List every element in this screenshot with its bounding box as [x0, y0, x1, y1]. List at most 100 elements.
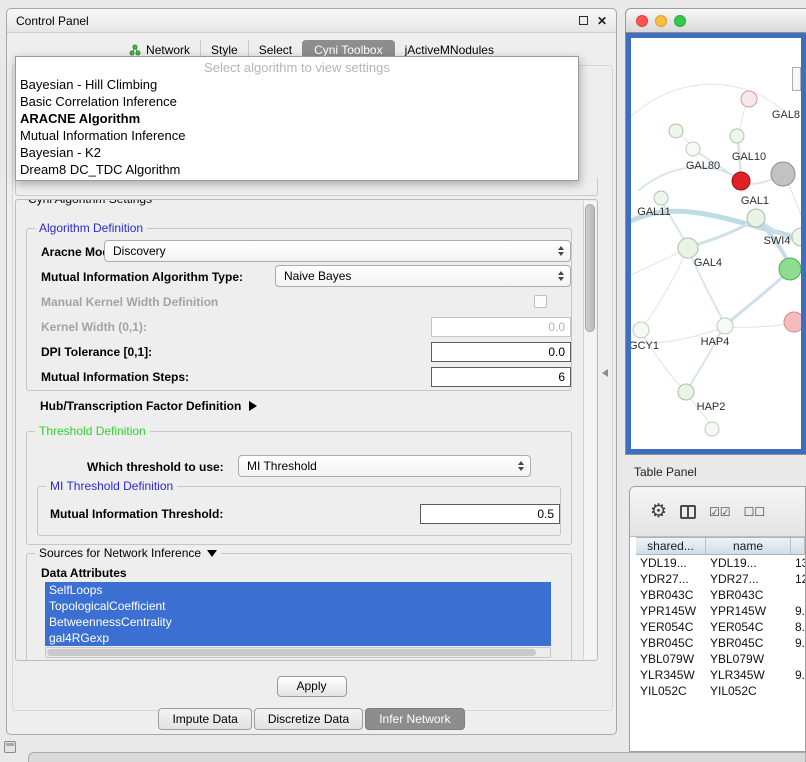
show-columns-icon[interactable] — [680, 505, 696, 519]
node-swi4[interactable] — [792, 228, 801, 246]
node[interactable] — [669, 124, 683, 138]
table-row[interactable]: YIL052C YIL052C — [636, 683, 805, 699]
tab-discretize-data[interactable]: Discretize Data — [254, 708, 363, 730]
tab-infer-network[interactable]: Infer Network — [365, 708, 464, 730]
cell[interactable]: YPR145W — [636, 603, 706, 619]
combo-arrows-icon — [518, 461, 524, 471]
dropdown-item[interactable]: Bayesian - Hill Climbing — [16, 76, 578, 93]
table-row[interactable]: YBL079W YBL079W — [636, 651, 805, 667]
cell[interactable]: YDL19... — [636, 555, 706, 571]
node-gray[interactable] — [771, 162, 795, 186]
cell[interactable]: YBR045C — [706, 635, 791, 651]
cell[interactable] — [791, 683, 805, 699]
node-gal11[interactable] — [654, 191, 668, 205]
cell[interactable]: YBL079W — [636, 651, 706, 667]
settings-vertical-scrollbar[interactable] — [583, 201, 596, 659]
tab-impute-data[interactable]: Impute Data — [158, 708, 251, 730]
cell[interactable]: YDL19... — [706, 555, 791, 571]
scrollbar-thumb[interactable] — [585, 204, 595, 332]
cell[interactable]: 13 — [791, 555, 805, 571]
dropdown-item[interactable]: Dream8 DC_TDC Algorithm — [16, 161, 578, 178]
table-row[interactable]: YDL19... YDL19... 13 — [636, 555, 805, 571]
attributes-horizontal-scrollbar[interactable] — [45, 647, 551, 658]
attribute-item[interactable]: BetweennessCentrality — [45, 614, 551, 630]
dropdown-item[interactable]: Bayesian - K2 — [16, 144, 578, 161]
cell[interactable]: YIL052C — [706, 683, 791, 699]
cell[interactable]: 8. — [791, 619, 805, 635]
table-row[interactable]: YPR145W YPR145W 9. — [636, 603, 805, 619]
node-table: shared... name YDL19... YDL19... 13 YDR2… — [636, 537, 805, 751]
node[interactable] — [741, 91, 757, 107]
cell[interactable]: 9. — [791, 667, 805, 683]
hub-transcription-factor-section[interactable]: Hub/Transcription Factor Definition — [40, 399, 257, 413]
cell[interactable]: YBR045C — [636, 635, 706, 651]
table-row[interactable]: YBR045C YBR045C 9. — [636, 635, 805, 651]
mi-algorithm-type-combobox[interactable]: Naive Bayes — [275, 265, 571, 287]
node-gal10-selected[interactable] — [732, 172, 750, 190]
table-row[interactable]: YDR27... YDR27... 12 — [636, 571, 805, 587]
cell[interactable]: 9. — [791, 603, 805, 619]
cell[interactable]: 9. — [791, 635, 805, 651]
node-label: HAP4 — [701, 336, 730, 348]
attribute-item[interactable]: TopologicalCoefficient — [45, 598, 551, 614]
node-pink[interactable] — [784, 312, 801, 332]
table-row[interactable]: YLR345W YLR345W 9. — [636, 667, 805, 683]
node-gal80[interactable] — [686, 142, 700, 156]
dropdown-item-selected[interactable]: ARACNE Algorithm — [16, 110, 578, 127]
cell[interactable]: YBL079W — [706, 651, 791, 667]
apply-button[interactable]: Apply — [277, 676, 347, 697]
network-vertical-scrollbar[interactable] — [792, 67, 801, 91]
attribute-item[interactable]: gal4RGexp — [45, 630, 551, 646]
which-threshold-label: Which threshold to use: — [87, 460, 224, 474]
aracne-mode-combobox[interactable]: Discovery — [104, 240, 571, 262]
select-all-columns-icon[interactable] — [709, 503, 731, 521]
cell[interactable] — [791, 587, 805, 603]
cell[interactable]: YLR345W — [636, 667, 706, 683]
node-gal1[interactable] — [747, 209, 765, 227]
cell[interactable]: YER054C — [706, 619, 791, 635]
dropdown-item[interactable]: Mutual Information Inference — [16, 127, 578, 144]
node[interactable] — [730, 129, 744, 143]
cell[interactable]: YDR27... — [706, 571, 791, 587]
node[interactable] — [705, 422, 719, 436]
column-header-partial[interactable] — [791, 538, 805, 554]
cell[interactable]: YBR043C — [706, 587, 791, 603]
gear-icon[interactable] — [650, 500, 667, 523]
node-gal4[interactable] — [678, 238, 698, 258]
cell[interactable]: YER054C — [636, 619, 706, 635]
network-canvas[interactable]: GAL8 GAL80 GAL10 GAL11 GAL1 SWI4 GAL4 GC… — [631, 38, 801, 449]
cell[interactable]: YPR145W — [706, 603, 791, 619]
attribute-item[interactable]: SelfLoops — [45, 582, 551, 598]
cell[interactable]: YBR043C — [636, 587, 706, 603]
collapse-panel-icon[interactable] — [4, 741, 16, 753]
close-window-icon[interactable] — [597, 15, 607, 27]
float-window-icon[interactable] — [579, 16, 588, 25]
node-hap4[interactable] — [717, 318, 733, 334]
close-traffic-light[interactable] — [636, 15, 648, 27]
column-header-shared-name[interactable]: shared... — [636, 538, 706, 554]
which-threshold-combobox[interactable]: MI Threshold — [238, 455, 531, 477]
network-node-labels: GAL8 GAL80 GAL10 GAL11 GAL1 SWI4 GAL4 GC… — [631, 109, 800, 413]
scrollbar-thumb[interactable] — [47, 649, 536, 656]
cell[interactable]: YIL052C — [636, 683, 706, 699]
minimize-traffic-light[interactable] — [655, 15, 667, 27]
node-green[interactable] — [779, 258, 801, 280]
zoom-traffic-light[interactable] — [674, 15, 686, 27]
node-gcy1[interactable] — [633, 322, 649, 338]
cell[interactable]: YLR345W — [706, 667, 791, 683]
manual-kernel-width-checkbox — [534, 295, 547, 308]
table-row[interactable]: YER054C YER054C 8. — [636, 619, 805, 635]
table-row[interactable]: YBR043C YBR043C — [636, 587, 805, 603]
cell[interactable]: 12 — [791, 571, 805, 587]
dpi-tolerance-input[interactable]: 0.0 — [431, 342, 571, 362]
cell[interactable] — [791, 651, 805, 667]
panel-splitter-collapse-icon[interactable] — [602, 369, 608, 377]
sources-group-title[interactable]: Sources for Network Inference — [35, 546, 221, 560]
node-hap2[interactable] — [678, 384, 694, 400]
mi-steps-input[interactable]: 6 — [431, 367, 571, 387]
cell[interactable]: YDR27... — [636, 571, 706, 587]
dropdown-item[interactable]: Basic Correlation Inference — [16, 93, 578, 110]
mi-threshold-input[interactable]: 0.5 — [420, 504, 560, 524]
deselect-all-columns-icon[interactable] — [744, 503, 766, 521]
column-header-name[interactable]: name — [706, 538, 791, 554]
